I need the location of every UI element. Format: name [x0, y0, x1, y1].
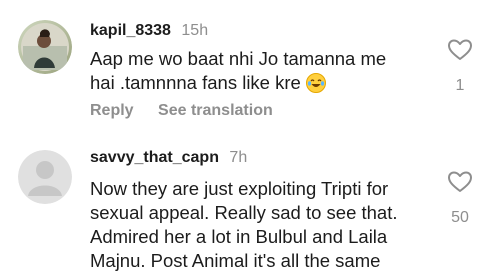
comment-text-line: Majnu. Post Animal it's all the same [90, 250, 381, 271]
comment-text-line: hai .tamnnna fans like kre [90, 72, 301, 93]
reply-button[interactable]: Reply [90, 102, 134, 119]
comment-text: Now they are just exploiting Tripti for … [90, 177, 430, 273]
comment-meta: kapil_8338 15h [90, 22, 208, 40]
username[interactable]: kapil_8338 [90, 22, 171, 39]
username[interactable]: savvy_that_capn [90, 149, 219, 166]
timestamp: 7h [229, 149, 248, 166]
joy-emoji-icon [305, 73, 326, 93]
heart-icon[interactable] [446, 170, 474, 199]
comment-text-line: Admired her a lot in Bulbul and Laila [90, 226, 388, 247]
comment-meta: savvy_that_capn 7h [90, 149, 247, 167]
like-count: 1 [455, 77, 465, 94]
comment-text: Aap me wo baat nhi Jo tamanna me hai .ta… [90, 47, 430, 95]
like-control: 50 [446, 170, 474, 227]
like-control: 1 [446, 38, 474, 95]
comment-actions: Reply See translation [90, 102, 293, 120]
comment-item: savvy_that_capn 7h Now they are just exp… [0, 140, 500, 280]
avatar[interactable] [18, 20, 72, 74]
see-translation-button[interactable]: See translation [158, 102, 273, 119]
avatar[interactable] [18, 150, 72, 204]
comment-text-line: Now they are just exploiting Tripti for [90, 178, 389, 199]
like-count: 50 [451, 209, 469, 226]
timestamp: 15h [181, 22, 209, 39]
heart-icon[interactable] [446, 38, 474, 67]
comment-text-line: sexual appeal. Really sad to see that. [90, 202, 398, 223]
comment-text-line: Aap me wo baat nhi Jo tamanna me [90, 48, 387, 69]
comment-item: kapil_8338 15h Aap me wo baat nhi Jo tam… [0, 0, 500, 140]
